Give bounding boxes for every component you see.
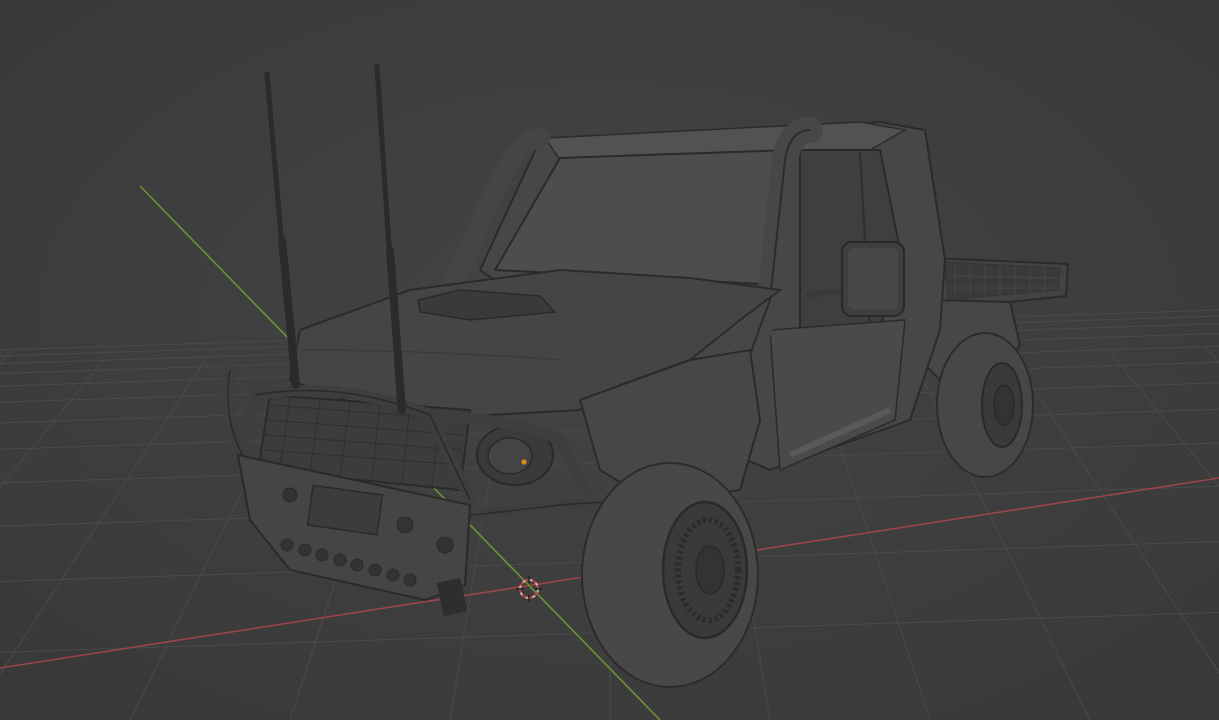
indicator-light [521,459,527,465]
viewport-canvas[interactable] [0,0,1219,720]
rear-wheel[interactable] [936,332,1034,478]
3d-viewport[interactable] [0,0,1219,720]
front-wheel[interactable] [581,462,759,688]
